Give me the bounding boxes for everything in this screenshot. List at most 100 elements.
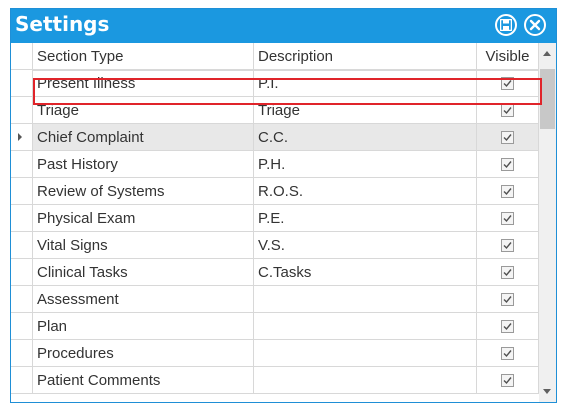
checkmark-icon bbox=[503, 268, 512, 276]
title-bar: Settings bbox=[11, 9, 556, 43]
table-row[interactable]: Physical Exam P.E. bbox=[11, 205, 539, 232]
row-selector[interactable] bbox=[11, 259, 33, 286]
save-button[interactable] bbox=[495, 14, 517, 36]
cell-section-type[interactable]: Review of Systems bbox=[33, 178, 254, 205]
row-selector[interactable] bbox=[11, 232, 33, 259]
row-selector[interactable] bbox=[11, 178, 33, 205]
cell-section-type[interactable]: Vital Signs bbox=[33, 232, 254, 259]
current-row-arrow-icon bbox=[18, 133, 22, 141]
row-selector[interactable] bbox=[11, 313, 33, 340]
cell-section-type[interactable]: Physical Exam bbox=[33, 205, 254, 232]
visible-checkbox[interactable] bbox=[501, 238, 514, 252]
checkmark-icon bbox=[503, 376, 512, 384]
cell-section-type[interactable]: Present Illness bbox=[33, 70, 254, 97]
cell-description[interactable]: P.H. bbox=[254, 151, 477, 178]
cell-description[interactable]: R.O.S. bbox=[254, 178, 477, 205]
header-row-selector bbox=[11, 43, 33, 70]
visible-checkbox[interactable] bbox=[501, 292, 514, 306]
cell-description[interactable]: V.S. bbox=[254, 232, 477, 259]
cell-description[interactable] bbox=[254, 286, 477, 313]
checkmark-icon bbox=[503, 241, 512, 249]
table-row[interactable]: Review of Systems R.O.S. bbox=[11, 178, 539, 205]
row-selector[interactable] bbox=[11, 151, 33, 178]
row-selector[interactable] bbox=[11, 286, 33, 313]
scroll-down-icon[interactable] bbox=[543, 389, 551, 394]
table-row[interactable]: Assessment bbox=[11, 286, 539, 313]
cell-visible bbox=[477, 286, 539, 313]
cell-visible bbox=[477, 124, 539, 151]
column-header-visible[interactable]: Visible bbox=[477, 43, 539, 70]
row-selector[interactable] bbox=[11, 367, 33, 394]
cell-section-type[interactable]: Patient Comments bbox=[33, 367, 254, 394]
close-icon bbox=[529, 19, 541, 31]
settings-window: Settings Section Type Description Visibl… bbox=[10, 8, 557, 403]
cell-description[interactable]: P.E. bbox=[254, 205, 477, 232]
cell-description[interactable]: Triage bbox=[254, 97, 477, 124]
row-selector[interactable] bbox=[11, 97, 33, 124]
cell-section-type[interactable]: Triage bbox=[33, 97, 254, 124]
visible-checkbox[interactable] bbox=[501, 265, 514, 279]
cell-section-type[interactable]: Procedures bbox=[33, 340, 254, 367]
vertical-scrollbar[interactable] bbox=[539, 43, 556, 402]
cell-section-type[interactable]: Chief Complaint bbox=[33, 124, 254, 151]
cell-description[interactable] bbox=[254, 367, 477, 394]
cell-visible bbox=[477, 70, 539, 97]
checkmark-icon bbox=[503, 349, 512, 357]
cell-visible bbox=[477, 151, 539, 178]
visible-checkbox[interactable] bbox=[501, 76, 514, 90]
table-row[interactable]: Triage Triage bbox=[11, 97, 539, 124]
cell-visible bbox=[477, 367, 539, 394]
row-selector[interactable] bbox=[11, 205, 33, 232]
checkmark-icon bbox=[503, 133, 512, 141]
table-row[interactable]: Plan bbox=[11, 313, 539, 340]
cell-description[interactable] bbox=[254, 313, 477, 340]
close-button[interactable] bbox=[524, 14, 546, 36]
cell-section-type[interactable]: Plan bbox=[33, 313, 254, 340]
row-selector[interactable] bbox=[11, 124, 33, 151]
cell-description[interactable]: C.Tasks bbox=[254, 259, 477, 286]
cell-description[interactable] bbox=[254, 340, 477, 367]
save-icon bbox=[500, 19, 512, 31]
grid-header: Section Type Description Visible bbox=[11, 43, 539, 71]
table-row[interactable]: Patient Comments bbox=[11, 367, 539, 394]
checkmark-icon bbox=[503, 160, 512, 168]
checkmark-icon bbox=[503, 214, 512, 222]
table-row[interactable]: Chief Complaint C.C. bbox=[11, 124, 539, 151]
visible-checkbox[interactable] bbox=[501, 130, 514, 144]
window-title: Settings bbox=[15, 12, 110, 36]
visible-checkbox[interactable] bbox=[501, 184, 514, 198]
table-row[interactable]: Clinical Tasks C.Tasks bbox=[11, 259, 539, 286]
cell-visible bbox=[477, 205, 539, 232]
cell-visible bbox=[477, 97, 539, 124]
cell-visible bbox=[477, 178, 539, 205]
cell-section-type[interactable]: Assessment bbox=[33, 286, 254, 313]
table-row[interactable]: Past History P.H. bbox=[11, 151, 539, 178]
cell-visible bbox=[477, 232, 539, 259]
visible-checkbox[interactable] bbox=[501, 346, 514, 360]
cell-visible bbox=[477, 259, 539, 286]
checkmark-icon bbox=[503, 322, 512, 330]
table-row[interactable]: Vital Signs V.S. bbox=[11, 232, 539, 259]
sections-grid: Section Type Description Visible Present… bbox=[11, 43, 539, 402]
visible-checkbox[interactable] bbox=[501, 211, 514, 225]
visible-checkbox[interactable] bbox=[501, 319, 514, 333]
column-header-section-type[interactable]: Section Type bbox=[33, 43, 254, 70]
cell-section-type[interactable]: Past History bbox=[33, 151, 254, 178]
visible-checkbox[interactable] bbox=[501, 157, 514, 171]
visible-checkbox[interactable] bbox=[501, 103, 514, 117]
cell-section-type[interactable]: Clinical Tasks bbox=[33, 259, 254, 286]
column-header-description[interactable]: Description bbox=[254, 43, 477, 70]
table-row[interactable]: Procedures bbox=[11, 340, 539, 367]
row-selector[interactable] bbox=[11, 340, 33, 367]
cell-visible bbox=[477, 313, 539, 340]
checkmark-icon bbox=[503, 106, 512, 114]
cell-description[interactable]: C.C. bbox=[254, 124, 477, 151]
row-selector[interactable] bbox=[11, 70, 33, 97]
cell-visible bbox=[477, 340, 539, 367]
visible-checkbox[interactable] bbox=[501, 373, 514, 387]
scroll-thumb[interactable] bbox=[540, 69, 555, 129]
checkmark-icon bbox=[503, 79, 512, 87]
scroll-up-icon[interactable] bbox=[543, 51, 551, 56]
table-row[interactable]: Present Illness P.I. bbox=[11, 70, 539, 97]
cell-description[interactable]: P.I. bbox=[254, 70, 477, 97]
